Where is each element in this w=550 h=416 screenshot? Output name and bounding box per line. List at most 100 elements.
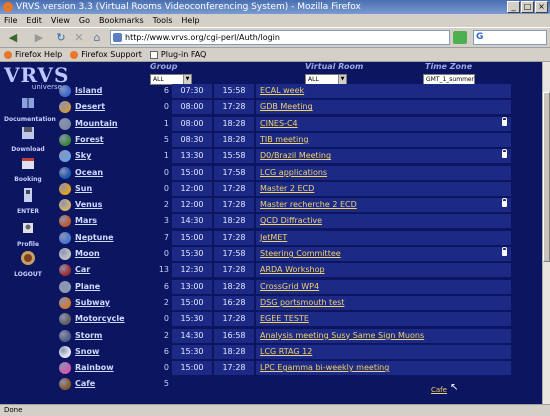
meeting-title-link[interactable]: EGEE TESTE — [256, 312, 511, 327]
room-name-link[interactable]: Cafe — [75, 377, 155, 391]
room-name-link[interactable]: Venus — [75, 198, 155, 212]
room-icon — [59, 215, 71, 228]
start-time: 15:00 — [172, 361, 212, 376]
menu-edit[interactable]: Edit — [26, 14, 42, 27]
room-name-link[interactable]: Plane — [75, 280, 155, 294]
room-name-link[interactable]: Sky — [75, 149, 155, 163]
vertical-scrollbar[interactable] — [542, 62, 550, 404]
start-time: 07:30 — [172, 84, 212, 98]
meeting-title-link[interactable]: LPC Egamma bi-weekly meeting — [256, 361, 511, 376]
room-name-link[interactable]: Desert — [75, 100, 155, 114]
room-name-link[interactable]: Island — [75, 84, 155, 98]
meeting-title-link[interactable]: Analysis meeting Susy Same Sign Muons — [256, 328, 511, 343]
meeting-title-link[interactable]: Master 2 ECD — [256, 181, 511, 196]
lock-icon — [502, 149, 507, 159]
room-icon — [57, 247, 73, 261]
bookmark-firefox-help[interactable]: Firefox Help — [4, 48, 62, 61]
room-name-link[interactable]: Sun — [75, 182, 155, 196]
room-icon — [57, 329, 73, 343]
menu-view[interactable]: View — [51, 14, 70, 27]
meeting-title-link[interactable]: Steering Committee — [256, 247, 511, 261]
room-name-link[interactable]: Subway — [75, 296, 155, 310]
room-name-link[interactable]: Mountain — [75, 117, 155, 131]
end-time: 18:28 — [214, 116, 254, 131]
room-name-link[interactable]: Motorcycle — [75, 312, 155, 326]
time-zone-label: Time Zone — [425, 62, 473, 71]
participant-count: 3 — [163, 216, 169, 226]
meeting-title-link[interactable]: JetMET — [256, 230, 511, 245]
participant-count: 2 — [163, 200, 169, 210]
start-time: 08:30 — [172, 132, 212, 147]
stop-icon[interactable]: ✕ — [72, 30, 86, 45]
room-row: Snow 6 15:30 18:28 LCG RTAG 12 — [57, 344, 517, 360]
maximize-button[interactable]: □ — [521, 1, 534, 13]
room-name-link[interactable]: Forest — [75, 133, 155, 147]
group-value: ALL — [153, 76, 164, 83]
meeting-title-link[interactable]: TIB meeting — [256, 132, 511, 147]
meeting-title-link[interactable]: Master recherche 2 ECD — [256, 198, 511, 213]
cafe-link[interactable]: Cafe — [431, 386, 447, 394]
meeting-title-link[interactable]: CINES-C4 — [256, 116, 511, 131]
nav-logout[interactable]: LOGOUT — [4, 250, 52, 278]
menu-bookmarks[interactable]: Bookmarks — [99, 14, 144, 27]
room-name-link[interactable]: Ocean — [75, 166, 155, 180]
menu-bar: File Edit View Go Bookmarks Tools Help — [0, 14, 550, 27]
forward-icon[interactable]: ▶ — [30, 30, 48, 45]
room-row: Island 6 07:30 15:58 ECAL week — [57, 83, 517, 99]
room-row: Sun 0 12:00 17:28 Master 2 ECD — [57, 181, 517, 197]
meeting-title-link[interactable]: ARDA Workshop — [256, 263, 511, 278]
bookmark-plugin-faq[interactable]: Plug-in FAQ — [149, 48, 206, 61]
participant-count: 1 — [163, 118, 169, 128]
minimize-button[interactable]: _ — [507, 1, 520, 13]
end-time: 16:58 — [214, 328, 254, 343]
nav-download[interactable]: Download — [4, 125, 52, 153]
room-icon — [59, 199, 71, 212]
nav-enter[interactable]: ENTER — [4, 187, 52, 215]
meeting-title-link[interactable]: LCG RTAG 12 — [256, 344, 511, 359]
nav-documentation[interactable]: Documentation — [4, 95, 56, 123]
reload-icon[interactable]: ↻ — [54, 30, 68, 45]
room-row: Rainbow 0 15:00 17:28 LPC Egamma bi-weekly m… — [57, 360, 517, 376]
meeting-title-link[interactable]: DSG portsmouth test — [256, 295, 511, 310]
meeting-title-link[interactable]: GDB Meeting — [256, 100, 511, 115]
room-icon — [57, 117, 73, 131]
nav-label: ENTER — [17, 208, 39, 215]
menu-file[interactable]: File — [4, 14, 17, 27]
go-button[interactable] — [453, 31, 467, 44]
start-time: 15:00 — [172, 295, 212, 310]
end-time: 17:28 — [214, 181, 254, 196]
back-icon[interactable]: ◀ — [4, 30, 22, 45]
bookmark-label: Firefox Support — [81, 49, 142, 59]
scrollbar-thumb[interactable] — [543, 92, 550, 262]
status-text: Done — [4, 406, 23, 414]
meeting-title-link[interactable]: D0/Brazil Meeting — [256, 149, 511, 164]
menu-go[interactable]: Go — [79, 14, 90, 27]
home-icon[interactable]: ⌂ — [90, 30, 104, 45]
room-icon — [59, 313, 71, 326]
room-name-link[interactable]: Rainbow — [75, 361, 155, 375]
participant-count: 1 — [163, 151, 169, 161]
room-name-link[interactable]: Neptune — [75, 231, 155, 245]
close-button[interactable]: × — [535, 1, 548, 13]
nav-booking[interactable]: Booking — [4, 155, 52, 183]
menu-help[interactable]: Help — [181, 14, 199, 27]
bookmark-firefox-support[interactable]: Firefox Support — [70, 48, 142, 61]
participant-count: 0 — [163, 183, 169, 193]
room-name-link[interactable]: Mars — [75, 214, 155, 228]
room-icon — [57, 345, 73, 359]
meeting-title-link[interactable]: ECAL week — [256, 84, 511, 98]
meeting-title-link[interactable]: CrossGrid WP4 — [256, 279, 511, 294]
meeting-title-link[interactable]: QCD Diffractive — [256, 214, 511, 229]
participant-count: 2 — [163, 297, 169, 307]
room-name-link[interactable]: Car — [75, 263, 155, 277]
room-icon — [57, 214, 73, 228]
room-name-link[interactable]: Moon — [75, 247, 155, 261]
room-name-link[interactable]: Storm — [75, 329, 155, 343]
search-input[interactable]: G — [473, 30, 547, 45]
menu-tools[interactable]: Tools — [153, 14, 173, 27]
nav-profile[interactable]: Profile — [4, 220, 52, 248]
window-title: VRVS version 3.3 (Virtual Rooms Videocon… — [16, 2, 361, 12]
meeting-title-link[interactable]: LCG applications — [256, 165, 511, 180]
room-name-link[interactable]: Snow — [75, 345, 155, 359]
url-bar[interactable]: http://www.vrvs.org/cgi-perl/Auth/login — [110, 30, 450, 45]
